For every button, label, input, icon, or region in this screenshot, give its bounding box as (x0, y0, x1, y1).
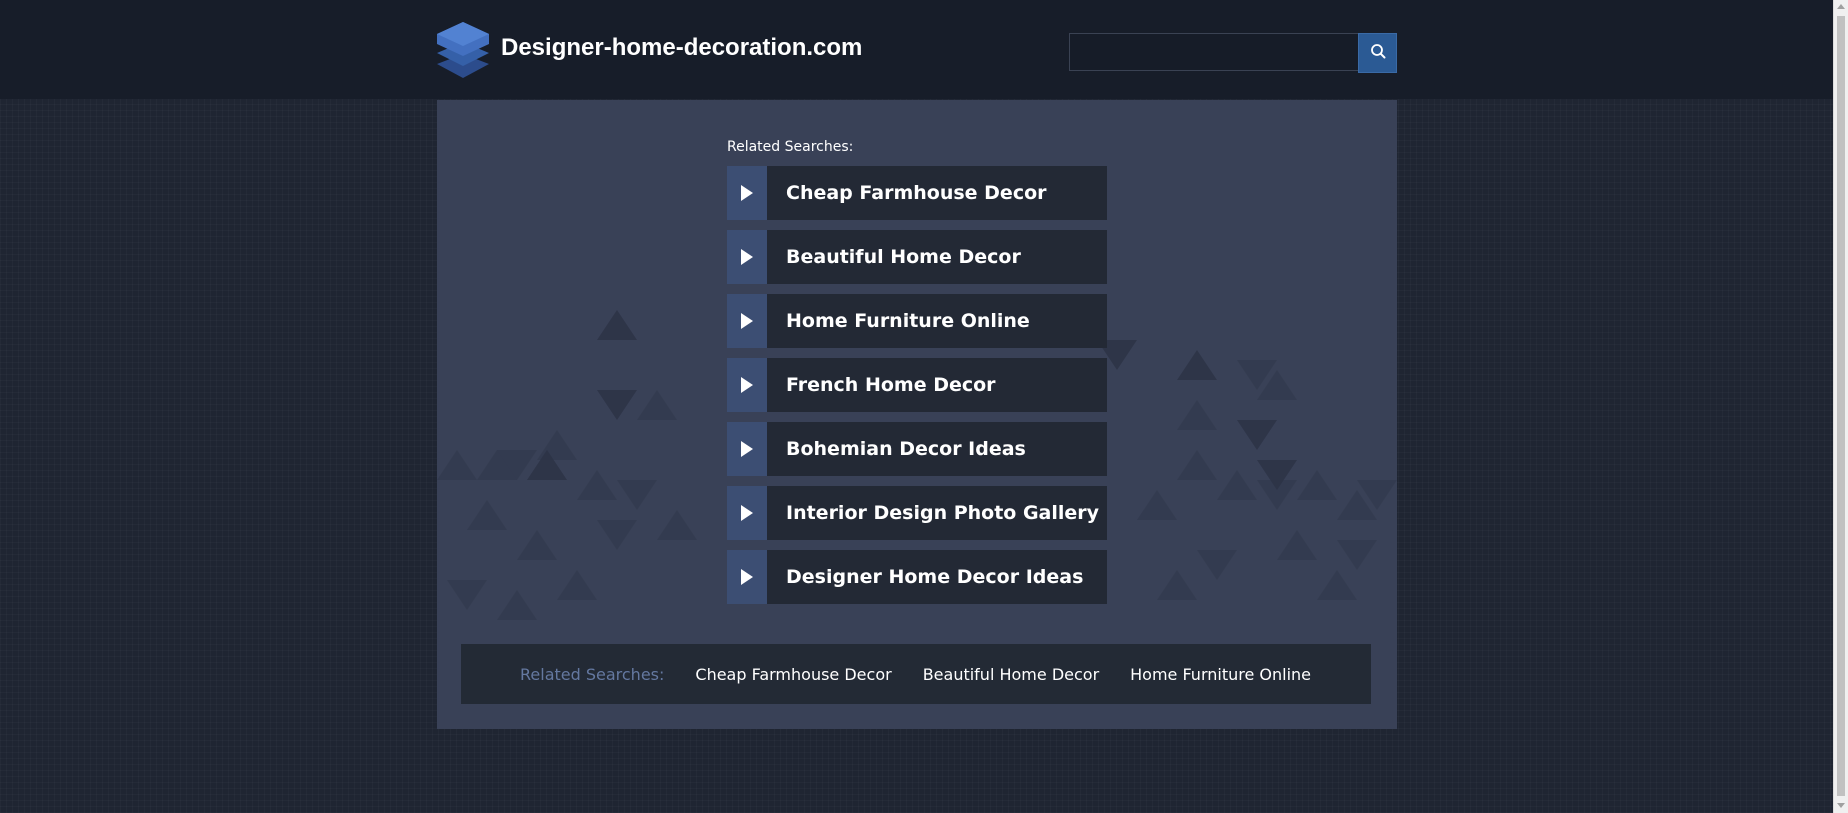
vertical-scrollbar[interactable] (1833, 0, 1848, 813)
footer-related-searches: Related Searches: Cheap Farmhouse Decor … (461, 644, 1371, 704)
search-icon (1370, 43, 1386, 63)
related-link-french-home-decor[interactable]: French Home Decor (727, 358, 1107, 412)
search-input[interactable] (1069, 33, 1359, 71)
related-link-beautiful-home-decor[interactable]: Beautiful Home Decor (727, 230, 1107, 284)
related-link-label: Beautiful Home Decor (786, 246, 1021, 268)
related-link-label: Bohemian Decor Ideas (786, 438, 1026, 460)
play-arrow-icon (727, 550, 767, 604)
site-header: Designer-home-decoration.com (0, 0, 1833, 99)
play-arrow-icon (727, 294, 767, 348)
related-link-label: Interior Design Photo Gallery (786, 502, 1100, 524)
related-link-label: Designer Home Decor Ideas (786, 566, 1084, 588)
scroll-up-arrow-icon[interactable] (1837, 4, 1845, 9)
related-link-bohemian-decor-ideas[interactable]: Bohemian Decor Ideas (727, 422, 1107, 476)
related-link-interior-design-photo-gallery[interactable]: Interior Design Photo Gallery (727, 486, 1107, 540)
main-panel: Related Searches: Cheap Farmhouse Decor … (437, 100, 1397, 729)
related-link-label: Home Furniture Online (786, 310, 1030, 332)
play-arrow-icon (727, 166, 767, 220)
footer-link-beautiful-home-decor[interactable]: Beautiful Home Decor (923, 665, 1099, 684)
footer-link-cheap-farmhouse-decor[interactable]: Cheap Farmhouse Decor (695, 665, 891, 684)
play-arrow-icon (727, 358, 767, 412)
related-searches-heading: Related Searches: (727, 139, 854, 155)
related-link-cheap-farmhouse-decor[interactable]: Cheap Farmhouse Decor (727, 166, 1107, 220)
search-button[interactable] (1358, 33, 1397, 73)
related-link-home-furniture-online[interactable]: Home Furniture Online (727, 294, 1107, 348)
scroll-down-arrow-icon[interactable] (1837, 803, 1845, 808)
play-arrow-icon (727, 230, 767, 284)
stacked-layers-icon[interactable] (435, 20, 491, 80)
related-link-label: French Home Decor (786, 374, 996, 396)
play-arrow-icon (727, 486, 767, 540)
related-link-label: Cheap Farmhouse Decor (786, 182, 1047, 204)
play-arrow-icon (727, 422, 767, 476)
site-title[interactable]: Designer-home-decoration.com (501, 34, 862, 62)
scrollbar-thumb[interactable] (1837, 16, 1845, 796)
footer-related-label: Related Searches: (520, 664, 665, 684)
related-link-designer-home-decor-ideas[interactable]: Designer Home Decor Ideas (727, 550, 1107, 604)
related-search-list: Cheap Farmhouse Decor Beautiful Home Dec… (727, 166, 1107, 614)
footer-link-home-furniture-online[interactable]: Home Furniture Online (1130, 665, 1311, 684)
